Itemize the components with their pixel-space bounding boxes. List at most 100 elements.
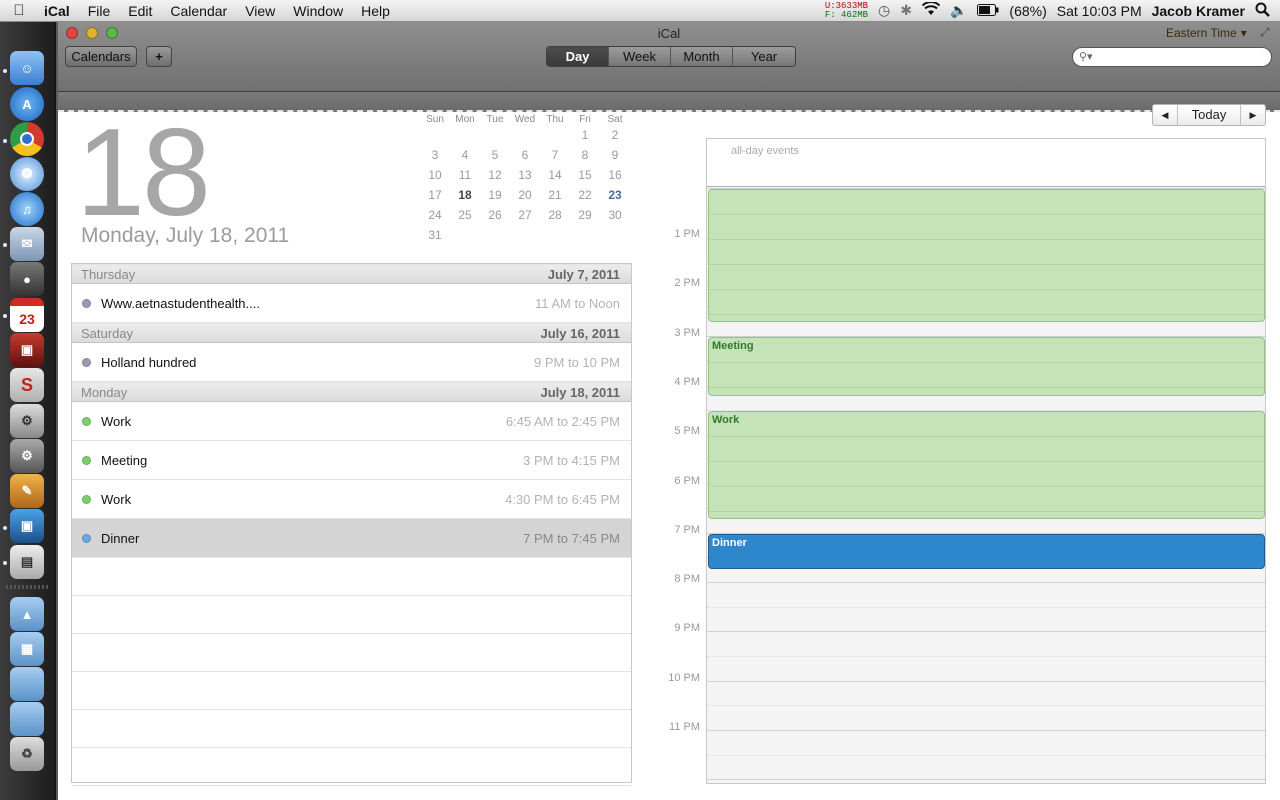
hour-label: 1 PM bbox=[674, 228, 700, 240]
mini-calendar-day[interactable]: 29 bbox=[570, 205, 600, 225]
app-menu[interactable]: iCal bbox=[38, 3, 79, 19]
event-list-item[interactable]: Work 6:45 AM to 2:45 PM bbox=[72, 402, 631, 441]
mini-calendar-day[interactable]: 2 bbox=[600, 125, 630, 145]
mini-calendar-day bbox=[420, 125, 450, 145]
hour-grid[interactable]: Meeting Work Dinner bbox=[707, 187, 1265, 783]
ical-dock-icon[interactable]: 23 bbox=[10, 298, 44, 332]
mini-calendar-day[interactable]: 26 bbox=[480, 205, 510, 225]
mini-calendar-day[interactable]: 5 bbox=[480, 145, 510, 165]
mini-calendar-day[interactable]: 13 bbox=[510, 165, 540, 185]
itunes-icon[interactable]: ♫ bbox=[10, 192, 44, 226]
mini-calendar-day bbox=[510, 225, 540, 245]
mini-calendar-day[interactable]: 27 bbox=[510, 205, 540, 225]
mini-calendar-day[interactable]: 10 bbox=[420, 165, 450, 185]
menubar-clock[interactable]: Sat 10:03 PM bbox=[1057, 3, 1142, 19]
calendars-button[interactable]: Calendars bbox=[65, 46, 137, 67]
menu-view[interactable]: View bbox=[236, 3, 284, 19]
mini-calendar-day[interactable]: 24 bbox=[420, 205, 450, 225]
tab-year[interactable]: Year bbox=[733, 47, 795, 66]
memory-monitor[interactable]: U:3633MB F: 462MB bbox=[825, 1, 868, 20]
calendar-event-block[interactable] bbox=[708, 188, 1265, 323]
safari-icon[interactable]: ❂ bbox=[10, 157, 44, 191]
mini-calendar-day[interactable]: 4 bbox=[450, 145, 480, 165]
trash-icon[interactable]: ♻ bbox=[10, 737, 44, 771]
user-menu[interactable]: Jacob Kramer bbox=[1152, 3, 1245, 19]
mini-calendar-day[interactable]: 8 bbox=[570, 145, 600, 165]
apple-menu-icon[interactable]:  bbox=[0, 2, 38, 19]
calendar-event-block[interactable]: Dinner bbox=[708, 533, 1265, 569]
mail-icon[interactable]: ✉ bbox=[10, 227, 44, 261]
mini-calendar-day[interactable]: 6 bbox=[510, 145, 540, 165]
menu-edit[interactable]: Edit bbox=[119, 3, 161, 19]
mini-calendar-day[interactable]: 17 bbox=[420, 185, 450, 205]
mini-calendar-day[interactable]: 19 bbox=[480, 185, 510, 205]
mini-calendar-day[interactable]: 14 bbox=[540, 165, 570, 185]
mini-calendar-day[interactable]: 25 bbox=[450, 205, 480, 225]
mini-calendar-day[interactable]: 15 bbox=[570, 165, 600, 185]
mini-calendar-day[interactable]: 21 bbox=[540, 185, 570, 205]
add-event-button[interactable]: + bbox=[146, 46, 172, 67]
tab-week[interactable]: Week bbox=[609, 47, 671, 66]
photo-booth-icon[interactable]: ▣ bbox=[10, 333, 44, 367]
mini-calendar-day[interactable]: 9 bbox=[600, 145, 630, 165]
event-list-item[interactable]: Holland hundred 9 PM to 10 PM bbox=[72, 343, 631, 382]
documents-folder-icon[interactable]: ▦ bbox=[10, 632, 44, 666]
mini-calendar-day[interactable]: 7 bbox=[540, 145, 570, 165]
mini-calendar-day[interactable]: 11 bbox=[450, 165, 480, 185]
pages-app-icon[interactable]: ✎ bbox=[10, 474, 44, 508]
running-indicator bbox=[3, 526, 7, 530]
sbx-app-icon[interactable]: S bbox=[10, 368, 44, 402]
next-day-button[interactable]: ▶ bbox=[1241, 105, 1265, 125]
event-list-item[interactable]: Work 4:30 PM to 6:45 PM bbox=[72, 480, 631, 519]
all-day-events-area[interactable]: all-day events bbox=[707, 139, 1265, 187]
today-button[interactable]: Today bbox=[1177, 105, 1241, 125]
calendar-event-block[interactable]: Meeting bbox=[708, 336, 1265, 397]
calendar-event-block[interactable]: Work bbox=[708, 410, 1265, 520]
title-bar: iCal Eastern Time ▾ ⤢ Calendars + Day We… bbox=[58, 22, 1280, 92]
timezone-menu[interactable]: Eastern Time ▾ bbox=[1166, 26, 1247, 40]
event-list-item[interactable]: Www.aetnastudenthealth.... 11 AM to Noon bbox=[72, 284, 631, 323]
spotlight-icon[interactable] bbox=[1255, 2, 1270, 20]
applications-folder-icon[interactable]: ▲ bbox=[10, 597, 44, 631]
menu-help[interactable]: Help bbox=[352, 3, 399, 19]
mini-calendar-day[interactable]: 28 bbox=[540, 205, 570, 225]
menu-window[interactable]: Window bbox=[284, 3, 352, 19]
mini-calendar-day[interactable]: 12 bbox=[480, 165, 510, 185]
wifi-icon[interactable] bbox=[921, 1, 941, 19]
system-preferences-icon[interactable]: ⚙ bbox=[10, 439, 44, 473]
mini-calendar-day[interactable]: 31 bbox=[420, 225, 450, 245]
mini-calendar-day[interactable]: 18 bbox=[450, 185, 480, 205]
bluetooth-icon[interactable]: ✱ bbox=[900, 2, 912, 19]
event-time: 6:45 AM to 2:45 PM bbox=[505, 413, 620, 429]
facetime-icon[interactable]: ● bbox=[10, 262, 44, 296]
volume-icon[interactable]: 🔈 bbox=[950, 2, 967, 19]
folder-icon[interactable] bbox=[10, 667, 44, 701]
app-store-icon[interactable]: A bbox=[10, 87, 44, 121]
chrome-icon[interactable] bbox=[10, 122, 44, 156]
monitor-app-icon[interactable]: ▤ bbox=[10, 545, 44, 579]
menu-calendar[interactable]: Calendar bbox=[161, 3, 236, 19]
mini-calendar-day[interactable]: 23 bbox=[600, 185, 630, 205]
mini-calendar-day[interactable]: 16 bbox=[600, 165, 630, 185]
finder-icon[interactable]: ☺ bbox=[10, 51, 44, 85]
hour-label: 4 PM bbox=[674, 375, 700, 388]
downloads-folder-icon[interactable] bbox=[10, 702, 44, 736]
search-field[interactable]: ⚲▾ bbox=[1072, 47, 1272, 67]
mini-calendar-day[interactable]: 22 bbox=[570, 185, 600, 205]
dock-separator bbox=[6, 585, 50, 589]
event-list-item[interactable]: Dinner 7 PM to 7:45 PM bbox=[72, 519, 631, 558]
tab-month[interactable]: Month bbox=[671, 47, 733, 66]
previous-day-button[interactable]: ◀ bbox=[1153, 105, 1177, 125]
tab-day[interactable]: Day bbox=[547, 47, 609, 66]
mini-calendar-day[interactable]: 3 bbox=[420, 145, 450, 165]
time-machine-icon[interactable]: ◷ bbox=[878, 2, 890, 19]
fullscreen-icon[interactable]: ⤢ bbox=[1260, 25, 1270, 40]
utility-app-icon[interactable]: ⚙ bbox=[10, 404, 44, 438]
mini-calendar-day[interactable]: 20 bbox=[510, 185, 540, 205]
event-list-item[interactable]: Meeting 3 PM to 4:15 PM bbox=[72, 441, 631, 480]
mini-calendar-day[interactable]: 1 bbox=[570, 125, 600, 145]
mini-calendar-day[interactable]: 30 bbox=[600, 205, 630, 225]
menu-file[interactable]: File bbox=[79, 3, 120, 19]
screen-app-icon[interactable]: ▣ bbox=[10, 509, 44, 543]
battery-icon[interactable] bbox=[977, 3, 999, 19]
